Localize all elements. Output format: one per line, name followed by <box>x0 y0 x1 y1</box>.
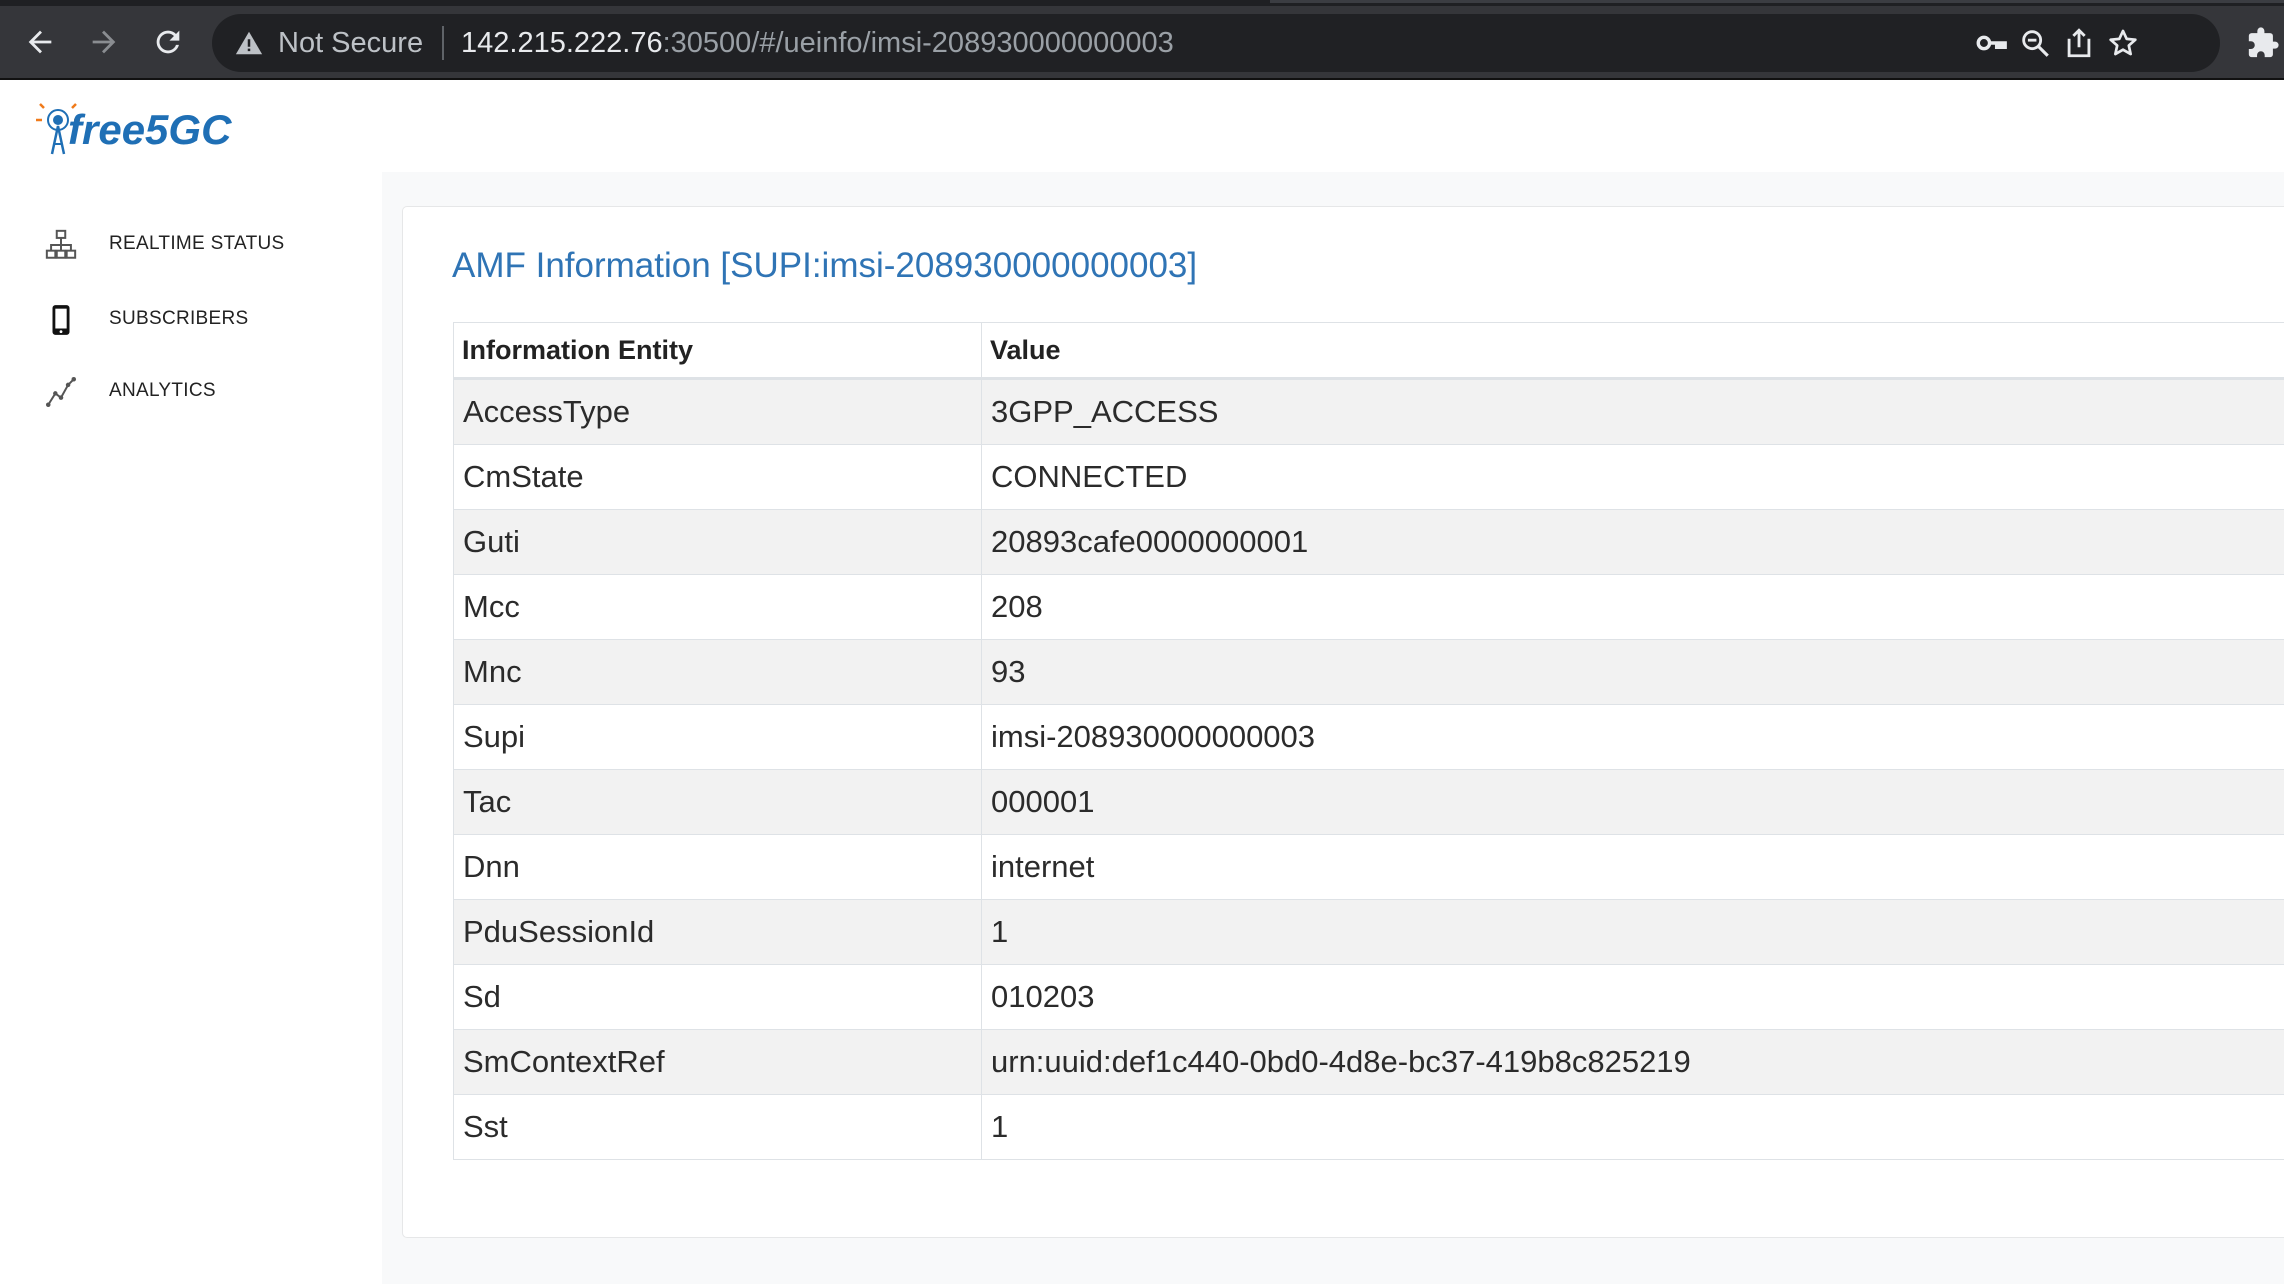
phone-icon <box>52 305 70 335</box>
forward-button[interactable] <box>82 20 126 64</box>
sidebar-item-label: REALTIME STATUS <box>109 233 285 254</box>
table-header-row: Information Entity Value <box>453 322 2284 380</box>
reload-button[interactable] <box>146 20 190 64</box>
address-divider <box>442 26 444 60</box>
logo-text-free: free5GC <box>68 106 232 153</box>
entity-cell: Sst <box>453 1094 982 1160</box>
zoom-icon[interactable] <box>2018 26 2052 60</box>
column-header-entity: Information Entity <box>453 322 982 380</box>
table-row: Sst 1 <box>453 1094 2284 1160</box>
value-cell: 000001 <box>981 769 2284 835</box>
sidebar-item-label: SUBSCRIBERS <box>109 308 249 329</box>
sidebar-item-label: ANALYTICS <box>109 380 216 401</box>
entity-cell: AccessType <box>453 378 982 445</box>
entity-cell: Sd <box>453 964 982 1030</box>
table-row: SmContextRef urn:uuid:def1c440-0bd0-4d8e-… <box>453 1029 2284 1095</box>
value-cell: 93 <box>981 639 2284 705</box>
value-cell: urn:uuid:def1c440-0bd0-4d8e-bc37-419b8c8… <box>981 1029 2284 1095</box>
sidebar-item-realtime-status[interactable]: REALTIME STATUS <box>0 216 380 272</box>
back-button[interactable] <box>18 20 62 64</box>
table-row: Tac 000001 <box>453 769 2284 835</box>
value-cell: CONNECTED <box>981 444 2284 510</box>
value-cell: 1 <box>981 899 2284 965</box>
entity-cell: PduSessionId <box>453 899 982 965</box>
table-row: AccessType 3GPP_ACCESS <box>453 378 2284 445</box>
address-bar[interactable]: Not Secure 142.215.222.76:30500/#/ueinfo… <box>212 14 2220 72</box>
entity-cell: Guti <box>453 509 982 575</box>
network-icon <box>45 229 77 259</box>
url-text[interactable]: 142.215.222.76:30500/#/ueinfo/imsi-20893… <box>461 28 1174 58</box>
warning-icon <box>235 31 263 55</box>
value-cell: 3GPP_ACCESS <box>981 378 2284 445</box>
table-row: Sd 010203 <box>453 964 2284 1030</box>
entity-cell: Supi <box>453 704 982 770</box>
value-cell: internet <box>981 834 2284 900</box>
value-cell: 010203 <box>981 964 2284 1030</box>
bookmark-star-icon[interactable] <box>2106 26 2140 60</box>
table-row: Guti 20893cafe0000000001 <box>453 509 2284 575</box>
sidebar-item-analytics[interactable]: ANALYTICS <box>0 363 380 419</box>
extensions-puzzle-icon[interactable] <box>2246 26 2280 60</box>
security-status-label[interactable]: Not Secure <box>278 28 423 58</box>
entity-cell: Mcc <box>453 574 982 640</box>
url-host: 142.215.222.76 <box>461 27 663 59</box>
back-arrow-icon <box>28 30 52 54</box>
value-cell: imsi-208930000000003 <box>981 704 2284 770</box>
value-cell: 1 <box>981 1094 2284 1160</box>
logo-graphic: free5GC <box>36 103 232 155</box>
page-title: AMF Information [SUPI:imsi-2089300000000… <box>452 246 1198 285</box>
entity-cell: SmContextRef <box>453 1029 982 1095</box>
chrome-bottom-border <box>0 78 2284 80</box>
table-row: Supi imsi-208930000000003 <box>453 704 2284 770</box>
reload-icon <box>156 30 180 54</box>
entity-cell: Mnc <box>453 639 982 705</box>
entity-cell: Dnn <box>453 834 982 900</box>
line-chart-icon <box>45 376 77 408</box>
table-row: Mnc 93 <box>453 639 2284 705</box>
key-icon[interactable] <box>1974 26 2008 60</box>
table-row: PduSessionId 1 <box>453 899 2284 965</box>
table-row: CmState CONNECTED <box>453 444 2284 510</box>
url-path: :30500/#/ueinfo/imsi-208930000000003 <box>662 27 1174 59</box>
browser-toolbar: Not Secure 142.215.222.76:30500/#/ueinfo… <box>0 6 2284 78</box>
share-icon[interactable] <box>2062 26 2096 60</box>
value-cell: 20893cafe0000000001 <box>981 509 2284 575</box>
entity-cell: Tac <box>453 769 982 835</box>
value-cell: 208 <box>981 574 2284 640</box>
amf-info-table: Information Entity Value AccessType 3GPP_… <box>453 322 2284 1160</box>
sidebar-item-subscribers[interactable]: SUBSCRIBERS <box>0 291 380 347</box>
entity-cell: CmState <box>453 444 982 510</box>
forward-arrow-icon <box>92 30 116 54</box>
column-header-value: Value <box>981 322 2284 380</box>
free5gc-logo[interactable]: free5GC <box>36 100 266 156</box>
table-row: Dnn internet <box>453 834 2284 900</box>
table-row: Mcc 208 <box>453 574 2284 640</box>
